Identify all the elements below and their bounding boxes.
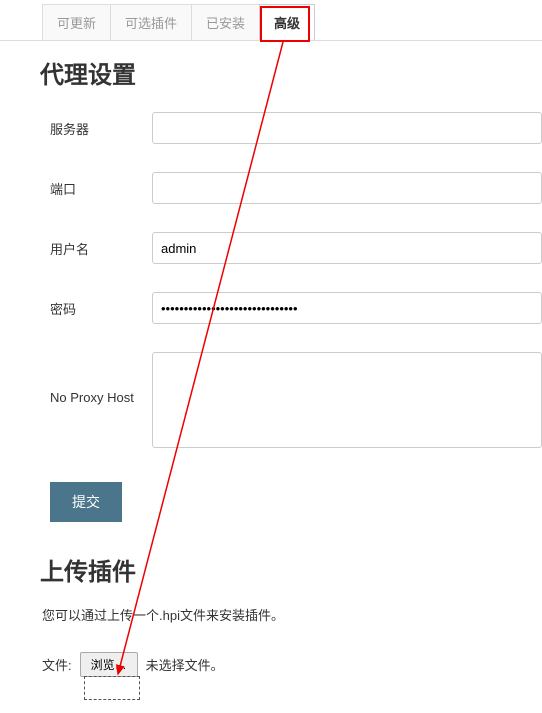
tabs: 可更新 可选插件 已安装 高级 [42, 4, 542, 40]
browse-button[interactable]: 浏览… [80, 652, 138, 677]
noproxy-label: No Proxy Host [40, 352, 152, 405]
upload-desc: 您可以通过上传一个.hpi文件来安装插件。 [40, 605, 542, 624]
username-input[interactable] [152, 232, 542, 264]
highlight-box-browse [84, 676, 140, 700]
tab-available[interactable]: 可选插件 [110, 4, 192, 40]
file-row: 文件: 浏览… 未选择文件。 [40, 652, 542, 677]
content-area: 代理设置 服务器 端口 用户名 密码 No Proxy Host 提交 上传插件… [0, 40, 542, 677]
username-label: 用户名 [40, 239, 152, 258]
tab-installed[interactable]: 已安装 [191, 4, 260, 40]
noproxy-textarea[interactable] [152, 352, 542, 448]
proxy-title: 代理设置 [40, 55, 542, 90]
submit-row: 提交 [50, 482, 542, 522]
tab-advanced[interactable]: 高级 [259, 4, 315, 40]
upload-title: 上传插件 [40, 552, 542, 587]
file-status: 未选择文件。 [146, 655, 224, 674]
server-label: 服务器 [40, 119, 152, 138]
port-input[interactable] [152, 172, 542, 204]
server-input[interactable] [152, 112, 542, 144]
noproxy-row: No Proxy Host [40, 352, 542, 448]
upload-section: 上传插件 您可以通过上传一个.hpi文件来安装插件。 文件: 浏览… 未选择文件… [40, 552, 542, 677]
password-input[interactable] [152, 292, 542, 324]
port-label: 端口 [40, 179, 152, 198]
submit-button[interactable]: 提交 [50, 482, 122, 522]
port-row: 端口 [40, 172, 542, 204]
username-row: 用户名 [40, 232, 542, 264]
password-row: 密码 [40, 292, 542, 324]
server-row: 服务器 [40, 112, 542, 144]
tab-updatable[interactable]: 可更新 [42, 4, 111, 40]
file-label: 文件: [42, 655, 72, 674]
password-label: 密码 [40, 299, 152, 318]
